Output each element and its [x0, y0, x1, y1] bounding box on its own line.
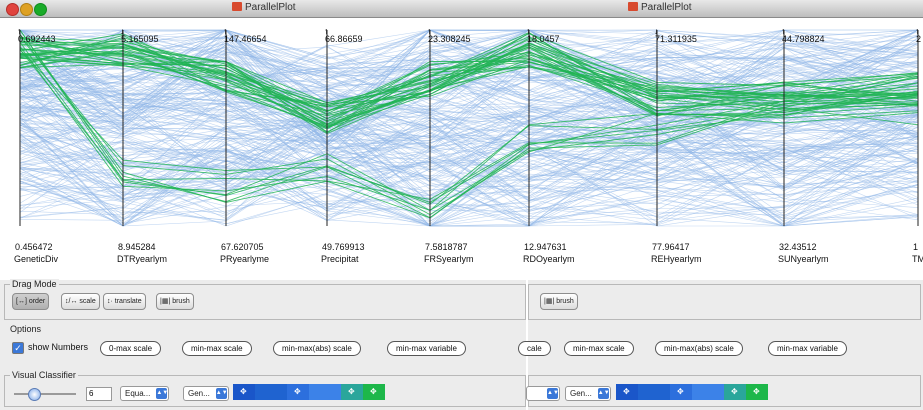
brush-mode-button[interactable]: |▦| brush [156, 293, 194, 310]
class-count-field[interactable]: 6 [86, 387, 112, 401]
class-color-swatch[interactable]: ✥ [363, 384, 385, 400]
chevron-updown-icon: ▲▼ [547, 388, 559, 399]
class-color-swatch[interactable]: ✥ [287, 384, 309, 400]
parallel-coordinates-plot[interactable] [0, 18, 923, 280]
color-variable-select[interactable]: Gen... ▲▼ [565, 386, 611, 401]
zero-max-scale-button[interactable]: cale [518, 341, 551, 356]
move-handle-icon[interactable]: ✥ [731, 388, 739, 396]
chevron-updown-icon: ▲▼ [597, 388, 610, 399]
zoom-window-button[interactable] [34, 3, 47, 16]
drag-mode-label: Drag Mode [10, 279, 59, 289]
class-count-slider-knob[interactable] [28, 388, 41, 401]
min-max-abs-scale-button[interactable]: min-max(abs) scale [273, 341, 361, 356]
show-numbers-checkbox[interactable]: ✓ [12, 342, 24, 354]
class-color-swatches[interactable]: ✥ ✥ ✥ ✥ [616, 384, 776, 400]
class-color-swatch[interactable] [692, 384, 724, 400]
scale-mode-button[interactable]: ↕/↔ scale [61, 293, 100, 310]
translate-mode-button[interactable]: ↕· translate [103, 293, 146, 310]
move-handle-icon[interactable]: ✥ [677, 388, 685, 396]
class-count-slider-track[interactable] [14, 393, 76, 395]
class-color-swatch[interactable]: ✥ [724, 384, 746, 400]
move-handle-icon[interactable]: ✥ [370, 388, 378, 396]
control-panel-right: |▦| brush cale min-max scale min-max(abs… [518, 280, 923, 410]
control-panel-left: Drag Mode [↔] order ↕/↔ scale ↕· transla… [0, 279, 526, 410]
move-handle-icon[interactable]: ✥ [348, 388, 356, 396]
classification-method-select[interactable]: ▲▼ [526, 386, 560, 401]
class-color-swatches[interactable]: ✥ ✥ ✥ ✥ [233, 384, 391, 400]
min-max-variable-button[interactable]: min-max variable [387, 341, 466, 356]
min-max-variable-button[interactable]: min-max variable [768, 341, 847, 356]
zero-max-scale-button[interactable]: 0-max scale [100, 341, 162, 356]
class-color-swatch[interactable] [309, 384, 341, 400]
move-handle-icon[interactable]: ✥ [294, 388, 302, 396]
visual-classifier-label: Visual Classifier [10, 370, 78, 380]
move-handle-icon[interactable]: ✥ [623, 388, 631, 396]
show-numbers-label: show Numbers [28, 342, 89, 352]
window-title: ParallelPlot [628, 2, 692, 13]
class-color-swatch[interactable]: ✥ [746, 384, 768, 400]
class-color-swatch[interactable]: ✥ [341, 384, 363, 400]
class-color-swatch[interactable]: ✥ [616, 384, 638, 400]
app-icon [232, 2, 242, 11]
options-label: Options [10, 324, 42, 334]
order-mode-button[interactable]: [↔] order [12, 293, 50, 310]
class-color-swatch[interactable] [255, 384, 287, 400]
brush-mode-button[interactable]: |▦| brush [540, 293, 578, 310]
window-title: ParallelPlot [232, 2, 296, 13]
classification-method-select[interactable]: Equa... ▲▼ [120, 386, 170, 401]
class-color-swatch[interactable]: ✥ [670, 384, 692, 400]
class-color-swatch[interactable]: ✥ [233, 384, 255, 400]
title-bar: ParallelPlot [528, 0, 923, 18]
title-bar: ParallelPlot [0, 0, 528, 18]
minimize-window-button[interactable] [20, 3, 33, 16]
move-handle-icon[interactable]: ✥ [240, 388, 248, 396]
close-window-button[interactable] [6, 3, 19, 16]
drag-mode-group [528, 284, 921, 320]
min-max-abs-scale-button[interactable]: min-max(abs) scale [655, 341, 743, 356]
move-handle-icon[interactable]: ✥ [753, 388, 761, 396]
chevron-updown-icon: ▲▼ [156, 388, 168, 399]
min-max-scale-button[interactable]: min-max scale [182, 341, 252, 356]
class-color-swatch[interactable] [638, 384, 670, 400]
chevron-updown-icon: ▲▼ [215, 388, 228, 399]
color-variable-select[interactable]: Gen... ▲▼ [183, 386, 229, 401]
min-max-scale-button[interactable]: min-max scale [564, 341, 634, 356]
app-icon [628, 2, 638, 11]
